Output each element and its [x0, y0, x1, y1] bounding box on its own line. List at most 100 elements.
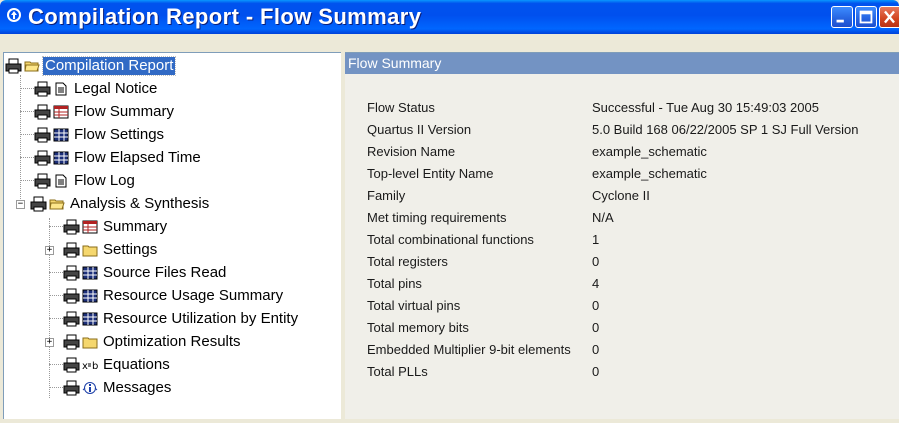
summary-header: Flow Summary: [345, 53, 899, 74]
printer-icon: [30, 196, 47, 212]
svg-text:x: x: [82, 361, 88, 372]
window-bottom-edge: [0, 419, 899, 423]
close-button[interactable]: [879, 6, 899, 28]
tree-item-label: Analysis & Synthesis: [70, 195, 210, 212]
summary-row: Flow Status Successful - Tue Aug 30 15:4…: [345, 97, 899, 119]
tree-connector: [20, 180, 34, 181]
tree-item-settings[interactable]: Settings: [63, 239, 159, 261]
printer-icon: [63, 334, 80, 350]
tree-item-analysis-synthesis[interactable]: Analysis & Synthesis: [30, 193, 211, 215]
summary-value: example_schematic: [592, 144, 707, 159]
summary-key: Total registers: [367, 254, 448, 269]
printer-icon: [34, 150, 51, 166]
printer-icon: [34, 173, 51, 189]
tree-item-resource-usage-summary[interactable]: Resource Usage Summary: [63, 285, 285, 307]
tree-item-label: Equations: [103, 356, 170, 373]
folder-icon: [82, 337, 98, 349]
summary-row: Family Cyclone II: [345, 185, 899, 207]
summary-value: 4: [592, 276, 600, 291]
tree-item-label: Messages: [103, 379, 172, 396]
summary-key: Family: [367, 188, 406, 203]
table-icon: [53, 128, 69, 142]
tree-item-label: Compilation Report: [41, 56, 177, 76]
minimize-icon: [836, 19, 844, 23]
summary-key: Total combinational functions: [367, 232, 534, 247]
tree-item-compilation-report[interactable]: Compilation Report: [5, 55, 177, 77]
tree-item-label: Flow Elapsed Time: [74, 149, 201, 166]
tree-connector: [49, 387, 63, 388]
printer-icon: [5, 58, 22, 74]
tree-connector: [49, 295, 63, 296]
printer-icon: [34, 104, 51, 120]
tree-item-label: Flow Log: [74, 172, 135, 189]
tree-item-flow-settings[interactable]: Flow Settings: [34, 124, 166, 146]
tree-item-label: Optimization Results: [103, 333, 241, 350]
tree-connector: [49, 318, 63, 319]
tree-connector: [20, 111, 34, 112]
summary-value: 0: [592, 364, 600, 379]
summary-row: Total combinational functions 1: [345, 229, 899, 251]
summary-key: Top-level Entity Name: [367, 166, 494, 181]
title-bar[interactable]: Compilation Report - Flow Summary: [0, 0, 899, 34]
summary-key: Total memory bits: [367, 320, 469, 335]
table-icon: [82, 266, 98, 280]
tree-item-flow-summary[interactable]: Flow Summary: [34, 101, 176, 123]
summary-key: Flow Status: [367, 100, 435, 115]
printer-icon: [63, 288, 80, 304]
summary-value: Cyclone II: [592, 188, 650, 203]
summary-row: Total PLLs 0: [345, 361, 899, 383]
tree-item-label: Resource Utilization by Entity: [103, 310, 299, 327]
summary-key: Revision Name: [367, 144, 456, 159]
folder-open-icon: [49, 199, 65, 210]
summary-key: Total pins: [367, 276, 422, 291]
tree-item-equations[interactable]: xb Equations: [63, 354, 172, 376]
table-icon: [53, 151, 69, 165]
tree-item-label: Resource Usage Summary: [103, 287, 284, 304]
tree-item-legal-notice[interactable]: Legal Notice: [34, 78, 159, 100]
tree-connector: [49, 272, 63, 273]
tree-item-summary[interactable]: Summary: [63, 216, 169, 238]
summary-row: Top-level Entity Name example_schematic: [345, 163, 899, 185]
expand-toggle[interactable]: +: [45, 246, 54, 255]
tree-item-messages[interactable]: Messages: [63, 377, 173, 399]
compilation-report-window: Compilation Report - Flow Summary Compil…: [0, 0, 899, 423]
close-icon: [884, 10, 895, 24]
messages-icon: [82, 382, 98, 394]
folder-open-icon: [24, 61, 40, 72]
tree-item-resource-utilization-by-entity[interactable]: Resource Utilization by Entity: [63, 308, 300, 330]
folder-icon: [82, 245, 98, 257]
tree-item-flow-log[interactable]: Flow Log: [34, 170, 137, 192]
document-icon: [55, 82, 67, 96]
printer-icon: [34, 81, 51, 97]
app-icon[interactable]: [5, 6, 23, 24]
maximize-button[interactable]: [855, 6, 877, 28]
tree-connector: [49, 226, 63, 227]
table-icon: [82, 289, 98, 303]
summary-value: 0: [592, 320, 600, 335]
summary-row: Total memory bits 0: [345, 317, 899, 339]
svg-text:b: b: [92, 361, 98, 372]
report-tree[interactable]: Compilation Report Legal Notice Flow Sum…: [3, 52, 341, 423]
summary-key: Met timing requirements: [367, 210, 507, 225]
flow-summary-pane: Flow Summary Flow Status Successful - Tu…: [345, 52, 899, 423]
tree-item-optimization-results[interactable]: Optimization Results: [63, 331, 243, 353]
tree-item-label: Legal Notice: [74, 80, 158, 97]
tree-item-source-files-read[interactable]: Source Files Read: [63, 262, 228, 284]
maximize-icon: [859, 10, 873, 24]
table-icon: [82, 312, 98, 326]
summary-value: 1: [592, 232, 600, 247]
expand-toggle[interactable]: +: [45, 338, 54, 347]
minimize-button[interactable]: [831, 6, 853, 28]
summary-value: example_schematic: [592, 166, 707, 181]
summary-row: Revision Name example_schematic: [345, 141, 899, 163]
tree-item-flow-elapsed-time[interactable]: Flow Elapsed Time: [34, 147, 203, 169]
tree-item-label: Summary: [103, 218, 168, 235]
summary-value: 0: [592, 254, 600, 269]
printer-icon: [34, 127, 51, 143]
summary-value: N/A: [592, 210, 614, 225]
summary-value: Successful - Tue Aug 30 15:49:03 2005: [592, 100, 819, 115]
collapse-toggle[interactable]: −: [16, 200, 25, 209]
tree-item-label: Settings: [103, 241, 158, 258]
tree-connector: [20, 88, 34, 89]
summary-key: Total PLLs: [367, 364, 428, 379]
